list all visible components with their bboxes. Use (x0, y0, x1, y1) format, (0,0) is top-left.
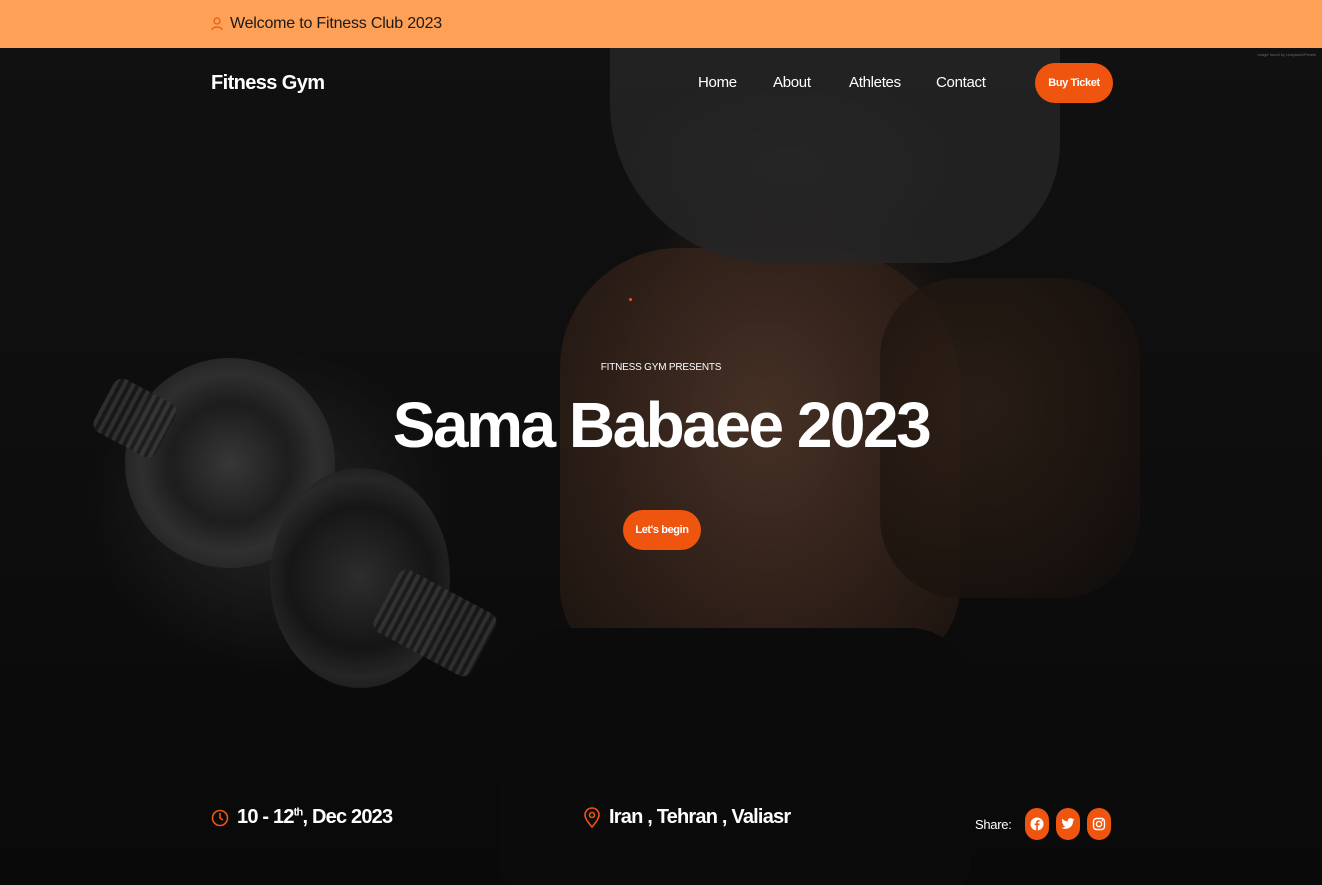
hero-overlay (0, 48, 1322, 885)
main-navigation: Fitness Gym Home About Athletes Contact … (0, 48, 1322, 120)
share-bar: Share: (975, 808, 1118, 840)
twitter-icon[interactable] (1055, 808, 1080, 840)
event-date-text: 10 - 12th, Dec 2023 (237, 806, 393, 828)
user-icon (211, 17, 223, 31)
welcome-text: Welcome to Fitness Club 2023 (230, 15, 442, 32)
event-date: 10 - 12th, Dec 2023 (211, 806, 393, 829)
image-credit: Image found by Unsplash/Pexels (1257, 52, 1316, 57)
hero-title: Sama Babaee 2023 (392, 389, 932, 461)
site-logo[interactable]: Fitness Gym (211, 72, 325, 95)
nav-item-about[interactable]: About (773, 74, 811, 91)
map-pin-icon (583, 806, 601, 829)
nav-item-athletes[interactable]: Athletes (849, 74, 901, 91)
event-location-text: Iran , Tehran , Valiasr (609, 806, 791, 828)
welcome-bar: Welcome to Fitness Club 2023 (0, 0, 1322, 48)
facebook-icon[interactable] (1024, 808, 1049, 840)
clock-icon (211, 807, 229, 829)
accent-dot (629, 298, 632, 301)
buy-ticket-button[interactable]: Buy Ticket (1035, 63, 1113, 103)
instagram-icon[interactable] (1086, 808, 1111, 840)
share-label: Share: (975, 816, 1012, 832)
nav-item-contact[interactable]: Contact (936, 74, 986, 91)
lets-begin-button[interactable]: Let's begin (623, 510, 701, 550)
hero-section (0, 48, 1322, 885)
hero-eyebrow: FITNESS GYM PRESENTS (600, 362, 722, 373)
event-location: Iran , Tehran , Valiasr (583, 806, 791, 829)
nav-item-home[interactable]: Home (698, 74, 737, 91)
